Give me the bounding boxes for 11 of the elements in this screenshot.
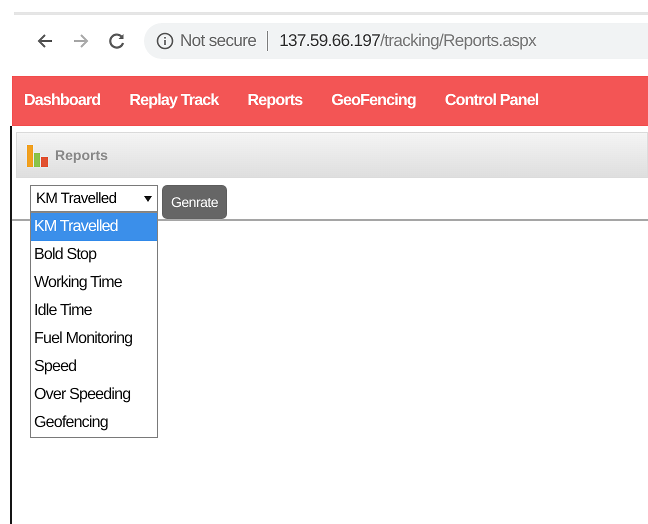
security-label: Not secure (180, 31, 256, 51)
reload-icon[interactable] (108, 32, 126, 50)
chart-icon (27, 143, 49, 167)
address-bar[interactable]: Not secure 137.59.66.197/tracking/Reports.aspx (144, 23, 648, 59)
info-icon[interactable] (156, 32, 174, 50)
report-select[interactable]: KM Travelled (30, 185, 158, 212)
generate-button[interactable]: Genrate (162, 185, 228, 219)
back-icon[interactable] (36, 32, 54, 50)
caret-icon (144, 196, 152, 202)
url-text: 137.59.66.197/tracking/Reports.aspx (279, 31, 536, 51)
panel-title: Reports (55, 147, 108, 163)
